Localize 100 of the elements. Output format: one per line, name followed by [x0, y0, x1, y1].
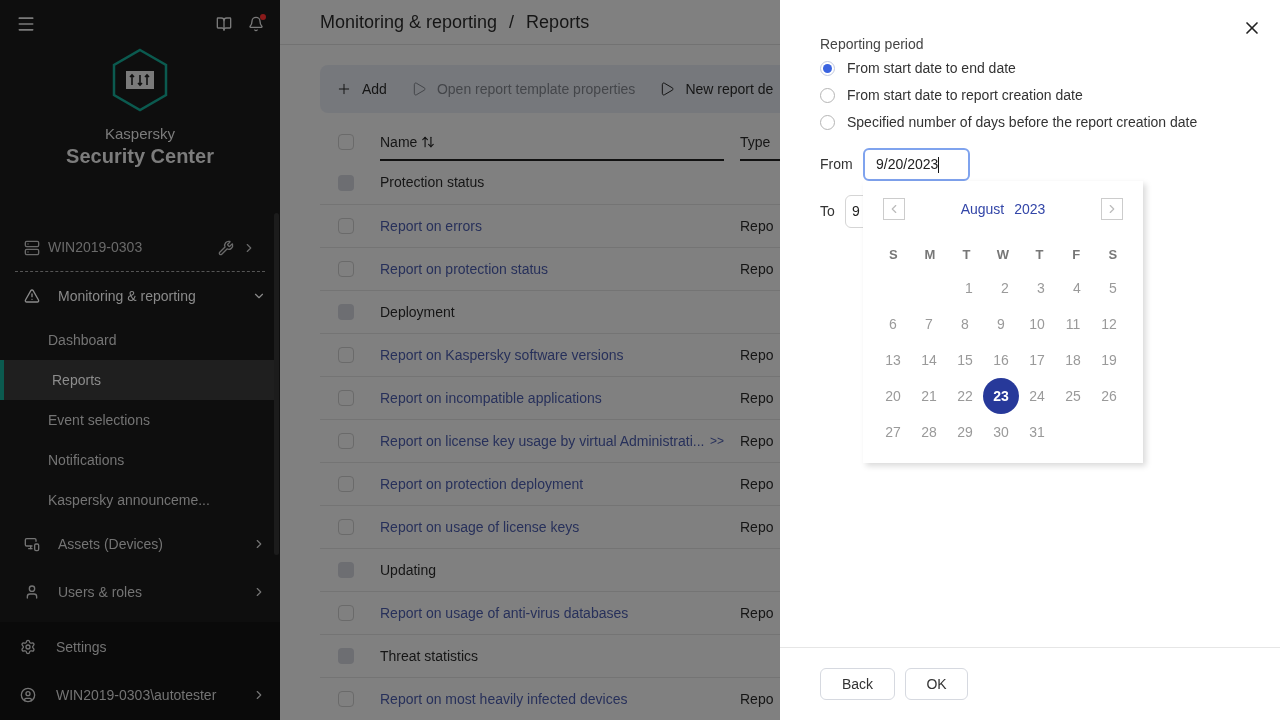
calendar-day[interactable]: 21 — [911, 378, 947, 414]
nav-section[interactable]: Assets (Devices) — [0, 520, 280, 568]
calendar-day[interactable]: 24 — [1019, 378, 1055, 414]
toolbar-button[interactable]: New report de — [659, 78, 774, 100]
back-button[interactable]: Back — [820, 668, 895, 700]
calendar-day[interactable]: 26 — [1091, 378, 1127, 414]
field-label: From — [820, 155, 851, 174]
weekday-label: S — [1107, 246, 1119, 265]
calendar-day[interactable]: 15 — [947, 342, 983, 378]
menu-button[interactable] — [16, 14, 36, 34]
calendar-day[interactable]: 23 — [983, 378, 1019, 414]
year-selector[interactable]: 2023 — [1014, 198, 1046, 220]
nav-section[interactable]: Monitoring & reporting — [0, 272, 280, 320]
calendar-day[interactable]: 11 — [1055, 306, 1091, 342]
notifications-button[interactable] — [248, 16, 264, 32]
column-header[interactable]: Name — [380, 125, 724, 161]
group-name: Protection status — [380, 173, 485, 192]
report-link[interactable]: Report on incompatible applications — [380, 387, 602, 409]
footer-item[interactable]: Settings — [0, 623, 280, 671]
expand-link[interactable]: >> — [710, 432, 724, 450]
calendar-day[interactable]: 18 — [1055, 342, 1091, 378]
user-circle-icon — [20, 687, 36, 703]
calendar-day[interactable]: 28 — [911, 414, 947, 450]
table-cell-text: Repo — [740, 689, 774, 709]
radio-option[interactable]: From start date to report creation date — [820, 82, 1083, 109]
report-link[interactable]: Report on errors — [380, 215, 482, 237]
calendar-day[interactable]: 7 — [911, 306, 947, 342]
bell-icon — [248, 16, 264, 32]
month-selector[interactable]: August — [960, 198, 1005, 220]
ok-button[interactable]: OK — [905, 668, 968, 700]
nav-item[interactable]: Notifications — [0, 440, 274, 480]
calendar-day[interactable]: 27 — [875, 414, 911, 450]
nav-item[interactable]: Event selections — [0, 400, 274, 440]
report-link[interactable]: Report on usage of license keys — [380, 516, 580, 538]
toolbar-button[interactable]: Add — [336, 78, 387, 100]
menu-icon — [16, 14, 36, 34]
play-icon — [659, 81, 676, 97]
server-icon — [24, 239, 40, 256]
calendar-day[interactable]: 17 — [1019, 342, 1055, 378]
calendar-day[interactable]: 16 — [983, 342, 1019, 378]
product-vendor: Kaspersky — [105, 124, 175, 144]
nav-item[interactable]: Reports — [0, 360, 274, 400]
devices-icon — [24, 536, 40, 552]
calendar-day[interactable]: 19 — [1091, 342, 1127, 378]
radio-option[interactable]: Specified number of days before the report creation date — [820, 109, 1198, 136]
radio-option[interactable]: From start date to end date — [820, 55, 1016, 82]
calendar-day[interactable]: 25 — [1055, 378, 1091, 414]
table-cell-text: Repo — [740, 345, 774, 365]
calendar-day[interactable]: 14 — [911, 342, 947, 378]
radio-label: From start date to end date — [847, 59, 1016, 78]
scrollbar[interactable] — [274, 213, 279, 555]
calendar-day[interactable]: 20 — [875, 378, 911, 414]
table-cell-text: Repo — [740, 259, 774, 279]
report-link[interactable]: Report on most heavily infected devices — [380, 688, 628, 710]
sort-icon — [421, 135, 436, 149]
calendar-day[interactable]: 29 — [947, 414, 983, 450]
breadcrumb-item[interactable]: Monitoring & reporting — [320, 8, 498, 36]
logo-icon — [111, 48, 169, 112]
calendar-day[interactable]: 22 — [947, 378, 983, 414]
table-cell-text: Repo — [740, 388, 774, 408]
nav-item[interactable]: Dashboard — [0, 320, 274, 360]
nav-item[interactable]: Kaspersky announceme... — [0, 480, 274, 520]
server-item[interactable]: WIN2019-0303 — [15, 224, 265, 272]
calendar-day[interactable]: 31 — [1019, 414, 1055, 450]
report-link[interactable]: Report on Kaspersky software versions — [380, 344, 624, 366]
settings-icon — [20, 639, 36, 655]
weekday-label: T — [1034, 246, 1045, 265]
previous-month-button[interactable] — [883, 198, 905, 220]
calendar-day[interactable]: 9 — [983, 306, 1019, 342]
report-link[interactable]: Report on usage of anti-virus databases — [380, 602, 629, 624]
radio-label: Specified number of days before the report creation date — [847, 113, 1198, 132]
calendar-day[interactable]: 13 — [875, 342, 911, 378]
table-cell-text: Repo — [740, 216, 774, 236]
wrench-icon — [218, 239, 234, 256]
table-cell-text: Repo — [740, 603, 774, 623]
weekday-label: T — [961, 246, 972, 265]
group-name: Threat statistics — [380, 646, 479, 666]
weekday-label: S — [887, 246, 899, 265]
calendar-day[interactable]: 4 — [1059, 270, 1095, 306]
footer-item[interactable]: WIN2019-0303\autotester — [0, 671, 280, 719]
nav-section[interactable]: Users & roles — [0, 568, 280, 616]
weekday-label: M — [923, 246, 937, 265]
calendar-day[interactable]: 6 — [875, 306, 911, 342]
breadcrumb-separator: / — [509, 10, 515, 34]
next-month-button[interactable] — [1101, 198, 1123, 220]
report-link[interactable]: Report on license key usage by virtual Administrati... — [380, 430, 705, 452]
report-link[interactable]: Report on protection deployment — [380, 473, 584, 495]
radio-label: From start date to report creation date — [847, 86, 1083, 105]
calendar-day[interactable]: 1 — [951, 270, 987, 306]
calendar-day[interactable]: 3 — [1023, 270, 1059, 306]
book-button[interactable] — [216, 16, 232, 32]
calendar-day[interactable]: 2 — [987, 270, 1023, 306]
warning-icon — [24, 288, 40, 304]
group-name: Deployment — [380, 302, 455, 322]
report-link[interactable]: Report on protection status — [380, 258, 549, 280]
calendar-day[interactable]: 12 — [1091, 306, 1127, 342]
calendar-day[interactable]: 30 — [983, 414, 1019, 450]
calendar-day[interactable]: 5 — [1095, 270, 1131, 306]
calendar-day[interactable]: 8 — [947, 306, 983, 342]
calendar-day[interactable]: 10 — [1019, 306, 1055, 342]
